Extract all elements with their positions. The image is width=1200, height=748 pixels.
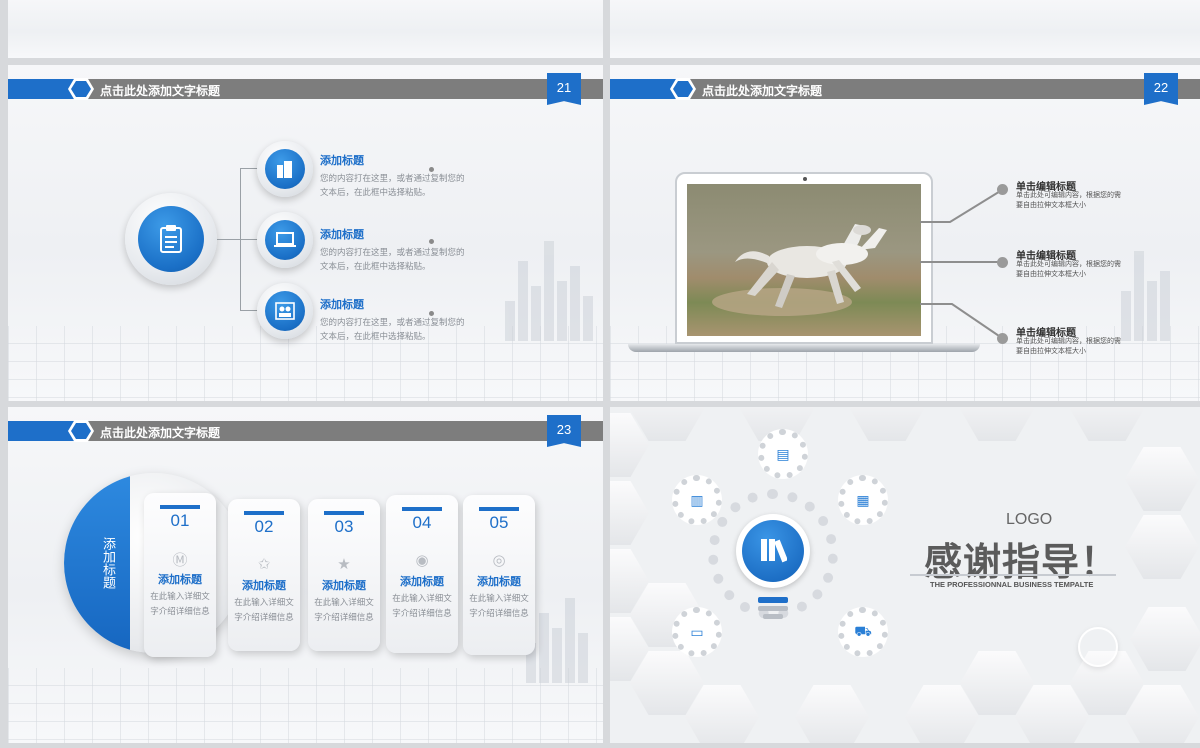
thanks-title: 感谢指导！ (924, 542, 1120, 584)
grid-floor (8, 668, 603, 743)
item-orb-laptop (257, 212, 313, 268)
callout-desc: 单击此处可编辑内容，根据您的需 要自由拉伸文本框大小 (1016, 338, 1121, 355)
slide-header: 点击此处添加文字标题 (8, 78, 603, 100)
item-title: 添加标题 (320, 155, 364, 167)
slide-22[interactable]: 点击此处添加文字标题 22 单击编辑标题 单击此处可编辑内容，根据您的需 要自由… (610, 65, 1200, 401)
item-desc: 您的内容打在这里，或者通过复制您的 文本后，在此框中选择粘贴。 (320, 317, 465, 341)
clipboard-icon (160, 225, 182, 253)
feature-card[interactable]: 04 ◉ 添加标题 在此输入详细文 字介绍详细信息 (386, 495, 458, 653)
feature-card[interactable]: 03 ★ 添加标题 在此输入详细文 字介绍详细信息 (308, 499, 380, 651)
chat-icon: ▤ (776, 445, 790, 462)
star-icon: ★ (337, 556, 351, 573)
hex-tile (795, 685, 869, 743)
connector-line (217, 239, 240, 240)
callout-dot (997, 333, 1008, 344)
callout-dot (997, 257, 1008, 268)
logo-text: LOGO (1006, 511, 1053, 528)
gear-chat: ▤ (758, 429, 808, 479)
star-icon: ✩ (257, 556, 271, 573)
item-orb-building (257, 141, 313, 197)
mi-icon: Ⓜ (172, 552, 188, 569)
hex-tile (1070, 407, 1144, 441)
item-desc: 您的内容打在这里，或者通过复制您的 文本后，在此框中选择粘贴。 (320, 173, 465, 197)
slide-21[interactable]: 点击此处添加文字标题 21 添加标题 您的内容打在这里，或者通过复制您的 文本后，… (8, 65, 603, 401)
building-icon (277, 161, 292, 178)
header-title: 点击此处添加文字标题 (100, 426, 221, 440)
item-desc: 您的内容打在这里，或者通过复制您的 文本后，在此框中选择粘贴。 (320, 247, 465, 271)
page-number: 21 (547, 73, 581, 105)
partial-slide-top-left[interactable] (8, 0, 603, 58)
item-orb-people (257, 283, 313, 339)
hex-tile (1125, 515, 1199, 579)
books-icon: ▦ (856, 491, 870, 508)
slide-thanks[interactable]: ▤ ▥ ▦ ▭ ⛟ LOGO 感谢指导！ THE PROFESSIONNAL B… (610, 407, 1200, 743)
feature-card[interactable]: 02 ✩ 添加标题 在此输入详细文 字介绍详细信息 (228, 499, 300, 651)
computer-icon: ▭ (690, 623, 704, 640)
feature-card[interactable]: 01 Ⓜ 添加标题 在此输入详细文 字介绍详细信息 (144, 493, 216, 657)
hex-tile (610, 481, 649, 545)
cart-icon: ⛟ (854, 622, 872, 639)
item-title: 添加标题 (320, 229, 364, 241)
people-icon (275, 302, 295, 320)
hex-tile (850, 407, 924, 441)
hex-tile (960, 407, 1034, 441)
thanks-underline (910, 574, 1116, 576)
central-clipboard-orb (125, 193, 217, 285)
gear-books: ▦ (838, 475, 888, 525)
header-title: 点击此处添加文字标题 (100, 84, 221, 98)
slide-header: 点击此处添加文字标题 (8, 420, 603, 442)
water-drop (1078, 627, 1118, 667)
item-title: 添加标题 (320, 299, 364, 311)
tagline: THE PROFESSIONNAL BUSINESS TEMPALTE (930, 580, 1094, 589)
callout-desc: 单击此处可编辑内容，根据您的需 要自由拉伸文本框大小 (1016, 261, 1121, 278)
feature-card[interactable]: 05 ◎ 添加标题 在此输入详细文 字介绍详细信息 (463, 495, 535, 655)
gear-building: ▥ (672, 475, 722, 525)
gear-cart: ⛟ (838, 607, 888, 657)
partial-slide-top-right[interactable] (610, 0, 1200, 58)
gear-computer: ▭ (672, 607, 722, 657)
hex-tile (1130, 607, 1200, 671)
lightbulb (736, 514, 810, 588)
callout-desc: 单击此处可编辑内容，根据您的需 要自由拉伸文本框大小 (1016, 192, 1121, 209)
books-icon (761, 539, 787, 563)
laptop-icon (274, 232, 296, 247)
side-label: 添加标题 (101, 537, 116, 589)
callout-dot (997, 184, 1008, 195)
side-label-band (64, 473, 130, 653)
wechat-icon: ◉ (415, 552, 429, 569)
item-dot (429, 239, 434, 244)
building-icon: ▥ (690, 491, 704, 508)
grid-floor (8, 326, 603, 401)
bulb-base (758, 597, 788, 627)
weibo-icon: ◎ (492, 552, 506, 569)
hex-tile (1125, 447, 1199, 511)
slide-23[interactable]: 点击此处添加文字标题 23 添加标题 01 Ⓜ 添加标题 在此输入详细文 字介绍详… (8, 407, 603, 743)
page-number: 23 (547, 415, 581, 447)
